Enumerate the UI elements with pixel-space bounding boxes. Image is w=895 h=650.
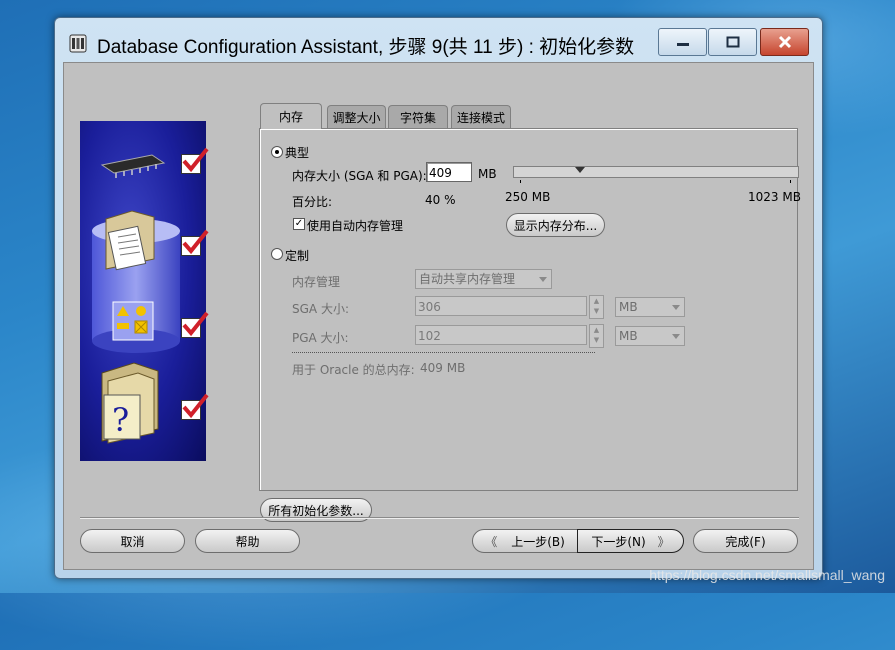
memory-chip-icon [100, 154, 166, 178]
tab-sizing[interactable]: 调整大小 [327, 105, 386, 128]
red-check-icon [182, 311, 209, 337]
dialog-client-area: ? 内存 调整大小 字符集 连接模式 典型 内存大小 (SGA 和 PGA): [63, 62, 814, 570]
custom-radio[interactable] [271, 248, 283, 260]
divider [292, 352, 595, 353]
dialog-window: Database Configuration Assistant, 步骤 9(共… [54, 17, 823, 579]
sga-size-spinner[interactable]: ▲ ▼ [589, 295, 604, 319]
memory-size-input[interactable]: 409 [426, 162, 472, 182]
help-button[interactable]: 帮助 [195, 529, 300, 553]
next-button[interactable]: 下一步(N) 》 [577, 529, 684, 553]
folder-documents-icon [105, 210, 155, 271]
title-bar[interactable]: Database Configuration Assistant, 步骤 9(共… [55, 18, 822, 62]
chevron-down-icon [672, 334, 680, 339]
slider-tick [790, 180, 791, 183]
close-icon [778, 35, 791, 49]
red-check-icon [182, 393, 209, 419]
total-memory-label: 用于 Oracle 的总内存: [292, 363, 415, 377]
pga-size-spinner[interactable]: ▲ ▼ [589, 324, 604, 348]
percentage-label: 百分比: [292, 195, 333, 209]
slider-thumb[interactable] [574, 166, 586, 174]
help-folder-icon: ? [101, 362, 159, 444]
tab-character-sets[interactable]: 字符集 [388, 105, 448, 128]
minimize-button[interactable] [658, 28, 707, 56]
maximize-button[interactable] [708, 28, 757, 56]
show-memory-distribution-button[interactable]: 显示内存分布... [506, 213, 605, 237]
svg-text:?: ? [112, 401, 129, 439]
sga-size-input[interactable]: 306 [415, 296, 587, 316]
window-title: Database Configuration Assistant, 步骤 9(共… [97, 37, 635, 58]
memory-size-label: 内存大小 (SGA 和 PGA): [292, 169, 427, 183]
red-check-icon [182, 229, 209, 255]
sga-size-label: SGA 大小: [292, 302, 349, 316]
custom-label: 定制 [285, 249, 310, 263]
chevron-left-icon: 《 [485, 534, 498, 549]
memory-size-slider[interactable] [513, 166, 799, 183]
memory-management-label: 内存管理 [292, 275, 341, 289]
auto-memory-label: 使用自动内存管理 [307, 219, 404, 233]
maximize-icon [726, 36, 739, 48]
total-memory-value: 409 MB [420, 361, 466, 375]
button-row-separator [80, 517, 799, 519]
cancel-button[interactable]: 取消 [80, 529, 185, 553]
memory-tab-panel: 典型 内存大小 (SGA 和 PGA): 409 MB 250 MB 1023 … [259, 128, 801, 491]
back-button[interactable]: 《上一步(B) [472, 529, 578, 553]
slider-min-label: 250 MB [505, 190, 551, 204]
watermark: https://blog.csdn.net/smallsmall_wang [649, 567, 885, 583]
memory-size-unit: MB [478, 167, 497, 181]
memory-management-select[interactable]: 自动共享内存管理 [415, 269, 552, 289]
sga-unit-select[interactable]: MB [615, 297, 685, 317]
typical-label: 典型 [285, 146, 310, 160]
shapes-icon [112, 301, 154, 341]
slider-max-label: 1023 MB [748, 190, 801, 204]
step-complete-check [181, 229, 209, 256]
step-complete-check [181, 147, 209, 174]
close-button[interactable] [760, 28, 809, 56]
tab-connection-mode[interactable]: 连接模式 [451, 105, 511, 128]
auto-memory-checkbox[interactable]: ✓ [293, 218, 305, 230]
tab-memory[interactable]: 内存 [260, 103, 322, 129]
finish-button[interactable]: 完成(F) [693, 529, 798, 553]
slider-tick [520, 180, 521, 183]
database-app-icon [69, 34, 87, 53]
chevron-down-icon [539, 277, 547, 282]
chevron-down-icon [672, 305, 680, 310]
typical-radio[interactable] [271, 146, 283, 158]
percentage-value: 40 % [425, 193, 456, 207]
minimize-icon [676, 43, 689, 46]
step-complete-check [181, 393, 209, 420]
wizard-illustration: ? [80, 121, 209, 461]
pga-unit-select[interactable]: MB [615, 326, 685, 346]
chevron-right-icon: 》 [657, 534, 670, 549]
step-complete-check [181, 311, 209, 338]
red-check-icon [182, 147, 209, 173]
pga-size-label: PGA 大小: [292, 331, 349, 345]
pga-size-input[interactable]: 102 [415, 325, 587, 345]
